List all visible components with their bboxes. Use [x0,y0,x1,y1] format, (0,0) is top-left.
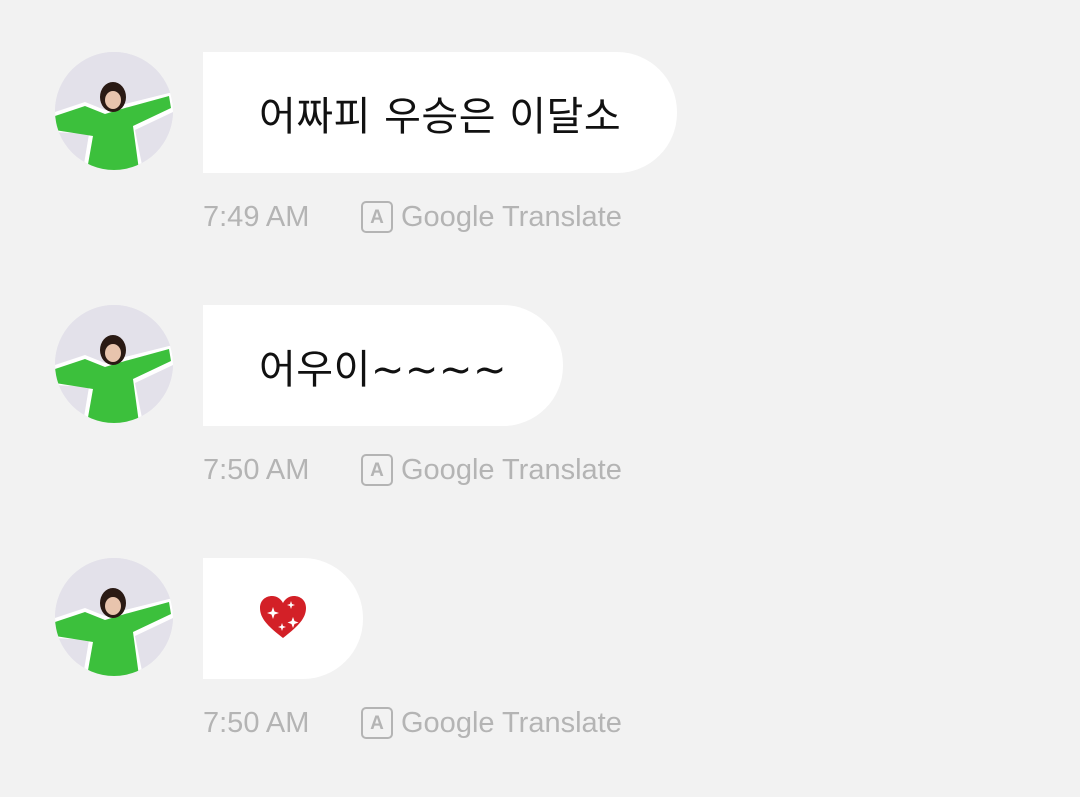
sender-avatar[interactable] [55,305,173,423]
translate-button[interactable]: A Google Translate [361,454,622,487]
message-time: 7:50 AM [203,706,310,739]
message-meta: 7:50 AM A Google Translate [203,702,622,744]
avatar-image [55,305,173,423]
message-meta: 7:49 AM A Google Translate [203,196,622,238]
message-bubble[interactable]: 어우이~~~~ [203,305,563,426]
message-text: 어짜피 우승은 이달소 [259,93,622,140]
translate-icon: A [361,707,393,739]
message-bubble[interactable]: 어짜피 우승은 이달소 [203,52,678,173]
message-row: 7:50 AM A Google Translate [0,506,1080,739]
message-time: 7:50 AM [203,453,310,486]
translate-label: Google Translate [401,706,622,739]
sender-avatar[interactable] [55,558,173,676]
message-row: 어우이~~~~ 7:50 AM A Google Translate [0,253,1080,486]
message-bubble[interactable] [203,558,363,679]
translate-button[interactable]: A Google Translate [361,201,622,234]
message-time: 7:49 AM [203,200,310,233]
translate-button[interactable]: A Google Translate [361,707,622,740]
message-row: 어짜피 우승은 이달소 7:49 AM A Google Translate [0,0,1080,233]
translate-icon: A [361,454,393,486]
sender-avatar[interactable] [55,52,173,170]
message-text: 어우이~~~~ [259,346,507,393]
message-meta: 7:50 AM A Google Translate [203,449,622,491]
avatar-image [55,52,173,170]
sparkling-heart-icon [259,595,307,643]
avatar-image [55,558,173,676]
translate-label: Google Translate [401,200,622,233]
translate-label: Google Translate [401,453,622,486]
chat-thread: 어짜피 우승은 이달소 7:49 AM A Google Translate 어… [0,0,1080,797]
translate-icon: A [361,201,393,233]
